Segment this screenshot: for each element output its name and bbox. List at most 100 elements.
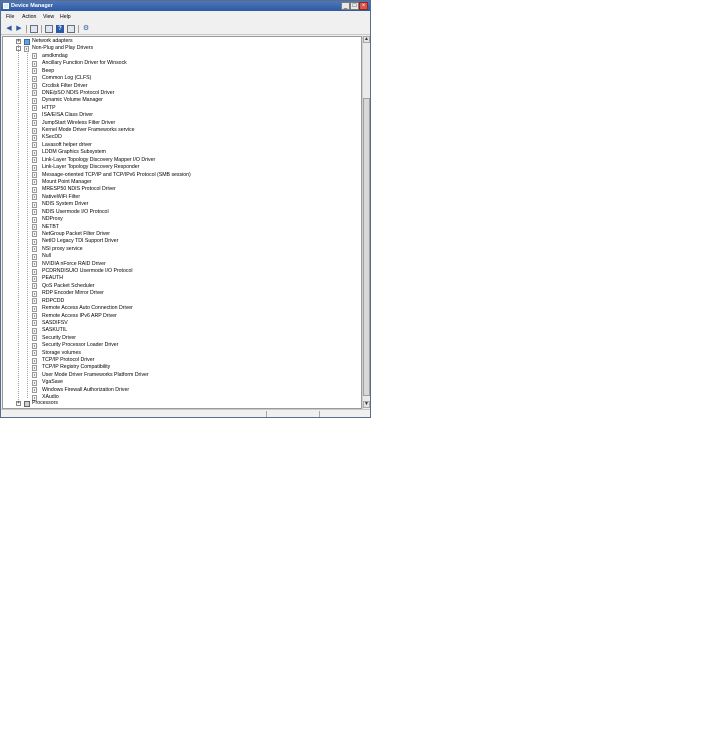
driver-label: amdkmdag [42, 52, 68, 59]
scrollbar-thumb[interactable] [363, 98, 370, 396]
driver-label: NativeWiFi Filter [42, 193, 81, 200]
driver-icon [32, 350, 37, 357]
tree-item-driver[interactable]: TCP/IP Protocol Driver [3, 357, 361, 364]
tree-item-driver[interactable]: Mount Point Manager [3, 179, 361, 186]
tree-item-driver[interactable]: Remote Access IPv6 ARP Driver [3, 313, 361, 320]
help-icon[interactable]: ? [56, 25, 64, 33]
update-driver-icon[interactable]: ⚙ [82, 25, 90, 33]
tree-item-driver[interactable]: QoS Packet Scheduler [3, 283, 361, 290]
status-separator [319, 411, 320, 417]
tree-item-driver[interactable]: NetIO Legacy TDI Support Driver [3, 238, 361, 245]
network-adapter-icon [24, 38, 30, 45]
back-icon[interactable]: ◀ [5, 25, 13, 33]
tree-item-driver[interactable]: Security Processor Loader Driver [3, 342, 361, 349]
tree-item-driver[interactable]: NDProxy [3, 216, 361, 223]
driver-label: MRESP50 NDIS Protocol Driver [42, 186, 116, 193]
tree-item-driver[interactable]: TCP/IP Registry Compatibility [3, 364, 361, 371]
forward-icon[interactable]: ▶ [15, 25, 23, 33]
tree-item-driver[interactable]: Security Driver [3, 335, 361, 342]
tree-item-driver[interactable]: SASKUTIL [3, 327, 361, 334]
tree-item-driver[interactable]: KSecDD [3, 134, 361, 141]
tree-item-driver[interactable]: NETBT [3, 224, 361, 231]
device-manager-window: Device Manager _ □ × File Action View He… [0, 0, 371, 418]
driver-icon [32, 372, 37, 379]
tree-item-driver[interactable]: VgaSave [3, 379, 361, 386]
tree-item-driver[interactable]: HTTP [3, 105, 361, 112]
tree-item-driver[interactable]: Storage volumes [3, 350, 361, 357]
driver-label: Common Log (CLFS) [42, 75, 92, 82]
driver-icon [32, 53, 37, 60]
tree-item-driver[interactable]: NVIDIA nForce RAID Driver [3, 261, 361, 268]
properties-icon[interactable] [45, 25, 53, 33]
tree-item-driver[interactable]: LDDM Graphics Subsystem [3, 149, 361, 156]
driver-label: TCP/IP Protocol Driver [42, 357, 95, 364]
tree-item-driver[interactable]: JumpStart Wireless Filter Driver [3, 120, 361, 127]
driver-label: Security Driver [42, 334, 77, 341]
driver-icon [32, 224, 37, 230]
tree-item-driver[interactable]: RDPCDD [3, 298, 361, 305]
scroll-up-button[interactable]: ▲ [363, 36, 370, 43]
tree-item-driver[interactable]: RDP Encoder Mirror Driver [3, 290, 361, 297]
tree-item-driver[interactable]: NetGroup Packet Filter Driver [3, 231, 361, 238]
tree-item-driver[interactable]: Dynamic Volume Manager [3, 97, 361, 104]
tree-item-driver[interactable]: NDIS Usermode I/O Protocol [3, 209, 361, 216]
driver-label: Null [42, 253, 51, 260]
driver-icon [32, 97, 37, 104]
tree-item-driver[interactable]: PCDRNDISUIO Usermode I/O Protocol [3, 268, 361, 275]
driver-label: User Mode Driver Frameworks Platform Dri… [42, 371, 149, 378]
vertical-scrollbar[interactable]: ▲ ▼ [362, 36, 370, 409]
tree-item-driver[interactable]: NDIS System Driver [3, 201, 361, 208]
tree-item-driver[interactable]: Remote Access Auto Connection Driver [3, 305, 361, 312]
tree-item-driver[interactable]: PEAUTH [3, 275, 361, 282]
tree-item-driver[interactable]: Windows Firewall Authorization Driver [3, 387, 361, 394]
tree-item-driver[interactable]: Crcdisk Filter Driver [3, 83, 361, 90]
tree-item-driver[interactable]: Null [3, 253, 361, 260]
tree-item-driver[interactable]: SASDIFSV [3, 320, 361, 327]
tree-item-driver[interactable]: NSI proxy service [3, 246, 361, 253]
tree-item-driver[interactable]: User Mode Driver Frameworks Platform Dri… [3, 372, 361, 379]
tree-node-non-plug-and-play-drivers[interactable]: - Non-Plug and Play Drivers [3, 45, 361, 52]
tree-item-driver[interactable]: NativeWiFi Filter [3, 194, 361, 201]
driver-label: SASKUTIL [42, 327, 68, 334]
tree-item-driver[interactable]: MRESP50 NDIS Protocol Driver [3, 186, 361, 193]
driver-icon [32, 283, 37, 290]
tree-item-driver[interactable]: Common Log (CLFS) [3, 75, 361, 82]
toolbar-separator [26, 25, 27, 33]
tree-node-processors[interactable]: + Processors [3, 400, 361, 407]
up-icon[interactable] [30, 25, 38, 33]
tree-node-network-adapters[interactable]: + Network adapters [3, 38, 361, 45]
tree-item-driver[interactable]: amdkmdag [3, 53, 361, 60]
driver-icon [32, 261, 37, 268]
tree-item-driver[interactable]: Link-Layer Topology Discovery Responder [3, 164, 361, 171]
tree-item-driver[interactable]: Ancillary Function Driver for Winsock [3, 60, 361, 67]
driver-icon [32, 290, 37, 297]
menu-help[interactable]: Help [60, 14, 71, 20]
expand-icon[interactable]: + [16, 401, 21, 406]
tree-node-label: Network adapters [32, 38, 73, 44]
tree-item-driver[interactable]: Kernel Mode Driver Frameworks service [3, 127, 361, 134]
tree-item-driver[interactable]: DNE/pSO NDIS Protocol Driver [3, 90, 361, 97]
driver-label: LDDM Graphics Subsystem [42, 149, 106, 156]
driver-label: PCDRNDISUIO Usermode I/O Protocol [42, 268, 133, 275]
driver-icon [32, 268, 37, 275]
title-bar[interactable]: Device Manager _ □ × [1, 1, 370, 11]
tree-item-driver[interactable]: Lavasoft helper driver [3, 142, 361, 149]
driver-label: NVIDIA nForce RAID Driver [42, 260, 106, 267]
tree-item-driver[interactable]: Beep [3, 68, 361, 75]
driver-label: Beep [42, 67, 55, 74]
close-button[interactable]: × [359, 2, 368, 10]
menu-action[interactable]: Action [22, 14, 36, 20]
minimize-button[interactable]: _ [341, 2, 350, 10]
tree-connector-line [18, 41, 19, 406]
driver-icon [32, 335, 37, 342]
maximize-button[interactable]: □ [350, 2, 359, 10]
tree-item-driver[interactable]: ISA/EISA Class Driver [3, 112, 361, 119]
scan-icon[interactable] [67, 25, 75, 33]
scroll-down-button[interactable]: ▼ [363, 401, 370, 408]
driver-icon [32, 105, 37, 112]
menu-view[interactable]: View [43, 14, 54, 20]
status-separator [266, 411, 267, 417]
tree-item-driver[interactable]: Message-oriented TCP/IP and TCP/IPv6 Pro… [3, 172, 361, 179]
tree-item-driver[interactable]: Link-Layer Topology Discovery Mapper I/O… [3, 157, 361, 164]
menu-file[interactable]: File [6, 14, 14, 20]
